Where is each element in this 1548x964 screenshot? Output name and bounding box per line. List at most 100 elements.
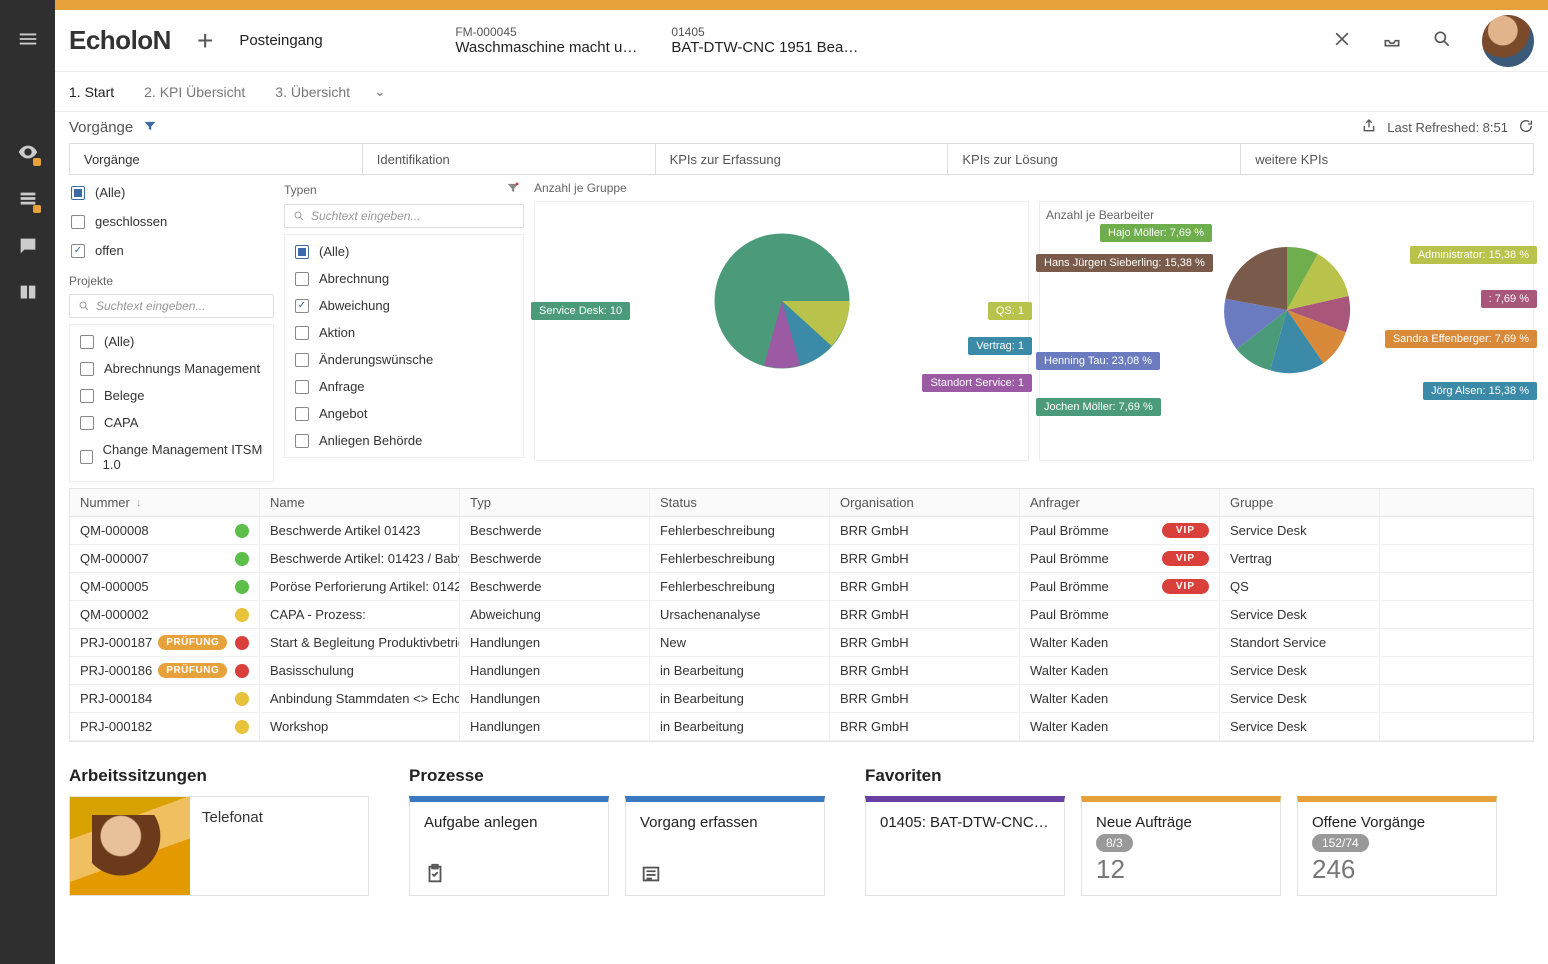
table-row[interactable]: PRJ-000186PRÜFUNGBasisschulungHandlungen…	[70, 657, 1533, 685]
col-status[interactable]: Status	[650, 489, 830, 516]
typ-anfrage[interactable]: Anfrage	[285, 374, 523, 399]
typ-angebot[interactable]: Angebot	[285, 401, 523, 426]
panel-tab-weitere[interactable]: weitere KPIs	[1241, 144, 1533, 174]
pie2-l5: Sandra Effenberger: 7,69 %	[1385, 330, 1537, 348]
panel-tab-kpi-erfassung[interactable]: KPIs zur Erfassung	[656, 144, 949, 174]
close-icon[interactable]	[1332, 29, 1352, 52]
status-offen[interactable]: offen	[69, 239, 274, 262]
recent-item-2[interactable]: 01405 BAT-DTW-CNC 1951 Bearbeit	[671, 25, 861, 56]
typen-title: Typen	[284, 183, 317, 197]
panel-tab-identifikation[interactable]: Identifikation	[363, 144, 656, 174]
col-gruppe[interactable]: Gruppe	[1220, 489, 1380, 516]
col-name[interactable]: Name	[260, 489, 460, 516]
proj-abrechnung[interactable]: Abrechnungs Management	[70, 356, 273, 381]
lists-icon[interactable]	[17, 188, 39, 213]
neue-chip: 8/3	[1096, 834, 1133, 852]
section-title: Vorgänge	[69, 119, 133, 136]
session-card[interactable]: Telefonat	[69, 796, 369, 896]
tab-kpi-overview[interactable]: 2. KPI Übersicht	[144, 84, 245, 100]
topbar: EcholoN + Posteingang FM-000045 Waschmas…	[55, 10, 1548, 72]
typ-abweichung[interactable]: Abweichung	[285, 293, 523, 318]
pie-group: Service Desk: 10 QS: 1 Vertrag: 1 Stando…	[534, 201, 1029, 461]
last-refreshed-label: Last Refreshed: 8:51	[1387, 120, 1508, 135]
book-icon[interactable]	[17, 282, 39, 307]
chevron-down-icon[interactable]: ⌄	[374, 83, 386, 100]
offene-num: 246	[1312, 854, 1482, 885]
card-aufgabe[interactable]: Aufgabe anlegen	[409, 796, 609, 896]
pie2-l3: Hans Jürgen Sieberling: 15,38 %	[1036, 254, 1213, 272]
table-row[interactable]: QM-000005Poröse Perforierung Artikel: 01…	[70, 573, 1533, 601]
table-row[interactable]: QM-000007Beschwerde Artikel: 01423 / Bab…	[70, 545, 1533, 573]
proj-belege[interactable]: Belege	[70, 383, 273, 408]
views-icon[interactable]	[17, 141, 39, 166]
pie2-l8: Henning Tau: 23,08 %	[1036, 352, 1160, 370]
pie1-label-standort: Standort Service: 1	[922, 374, 1032, 392]
filter-clear-icon[interactable]	[506, 181, 520, 198]
results-grid: Nummer Name Typ Status Organisation Anfr…	[69, 488, 1534, 742]
pie2-l4: : 7,69 %	[1481, 290, 1537, 308]
pie2-title: Anzahl je Bearbeiter	[1046, 208, 1527, 222]
section-header: Vorgänge Last Refreshed: 8:51	[69, 118, 1534, 137]
pie1-title: Anzahl je Gruppe	[534, 181, 627, 195]
pie2-l2: Administrator: 15,38 %	[1410, 246, 1537, 264]
status-alle[interactable]: (Alle)	[69, 181, 274, 204]
pie-bearbeiter-chart	[1217, 240, 1357, 380]
inbox-slot[interactable]: Posteingang	[239, 32, 429, 49]
export-icon[interactable]	[1361, 118, 1377, 137]
table-row[interactable]: PRJ-000182WorkshopHandlungenin Bearbeitu…	[70, 713, 1533, 741]
card-neue[interactable]: Neue Aufträge 8/3 12	[1081, 796, 1281, 896]
form-icon	[640, 863, 662, 885]
tray-icon[interactable]	[1382, 29, 1402, 52]
col-anfrager[interactable]: Anfrager	[1020, 489, 1220, 516]
pie2-l1: Hajo Möller: 7,69 %	[1100, 224, 1212, 242]
avatar[interactable]	[1482, 15, 1534, 67]
table-row[interactable]: PRJ-000187PRÜFUNGStart & Begleitung Prod…	[70, 629, 1533, 657]
col-nummer[interactable]: Nummer	[70, 489, 260, 516]
typ-aktion[interactable]: Aktion	[285, 320, 523, 345]
filter-status: (Alle) geschlossen offen Projekte Suchte…	[69, 181, 274, 482]
filter-typen: Typen Suchtext eingeben... (Alle) Abrech…	[284, 181, 524, 482]
table-row[interactable]: PRJ-000184Anbindung Stammdaten <> Echol.…	[70, 685, 1533, 713]
status-geschlossen[interactable]: geschlossen	[69, 210, 274, 233]
grid-header: Nummer Name Typ Status Organisation Anfr…	[70, 489, 1533, 517]
proj-alle[interactable]: (Alle)	[70, 329, 273, 354]
pie1-label-vertrag: Vertrag: 1	[968, 337, 1032, 355]
typ-anliegen[interactable]: Anliegen Behörde	[285, 428, 523, 453]
projects-label: Projekte	[69, 274, 274, 288]
proj-capa[interactable]: CAPA	[70, 410, 273, 435]
pie1-label-qs: QS: 1	[988, 302, 1032, 320]
typ-abrechnung[interactable]: Abrechnung	[285, 266, 523, 291]
offene-chip: 152/74	[1312, 834, 1369, 852]
pie-group-chart	[707, 226, 857, 376]
clipboard-icon	[424, 863, 446, 885]
card-vorgang[interactable]: Vorgang erfassen	[625, 796, 825, 896]
card-offene[interactable]: Offene Vorgänge 152/74 246	[1297, 796, 1497, 896]
chat-icon[interactable]	[17, 235, 39, 260]
typ-alle[interactable]: (Alle)	[285, 239, 523, 264]
search-icon[interactable]	[1432, 29, 1452, 52]
processes-title: Prozesse	[409, 766, 825, 786]
tab-start[interactable]: 1. Start	[69, 84, 114, 100]
recent-item-1[interactable]: FM-000045 Waschmaschine macht unge	[455, 25, 645, 56]
proj-change[interactable]: Change Management ITSM 1.0	[70, 437, 273, 477]
new-button[interactable]: +	[197, 25, 213, 57]
col-org[interactable]: Organisation	[830, 489, 1020, 516]
table-row[interactable]: QM-000008Beschwerde Artikel 01423Beschwe…	[70, 517, 1533, 545]
favorites-title: Favoriten	[865, 766, 1497, 786]
table-row[interactable]: QM-000002CAPA - Prozess:AbweichungUrsach…	[70, 601, 1533, 629]
refresh-icon[interactable]	[1518, 118, 1534, 137]
card-fav1[interactable]: 01405: BAT-DTW-CNC 195	[865, 796, 1065, 896]
typ-aenderung[interactable]: Änderungswünsche	[285, 347, 523, 372]
session-photo	[70, 797, 190, 895]
panel-tab-vorgaenge[interactable]: Vorgänge	[70, 144, 363, 174]
projects-search[interactable]: Suchtext eingeben...	[69, 294, 274, 318]
session-label: Telefonat	[190, 797, 368, 895]
menu-icon[interactable]	[17, 28, 39, 53]
sessions-title: Arbeitssitzungen	[69, 766, 369, 786]
typen-search[interactable]: Suchtext eingeben...	[284, 204, 524, 228]
col-typ[interactable]: Typ	[460, 489, 650, 516]
panel-tab-kpi-loesung[interactable]: KPIs zur Lösung	[948, 144, 1241, 174]
left-rail	[0, 0, 55, 964]
tab-overview[interactable]: 3. Übersicht	[275, 84, 350, 100]
filter-icon[interactable]	[143, 119, 157, 137]
